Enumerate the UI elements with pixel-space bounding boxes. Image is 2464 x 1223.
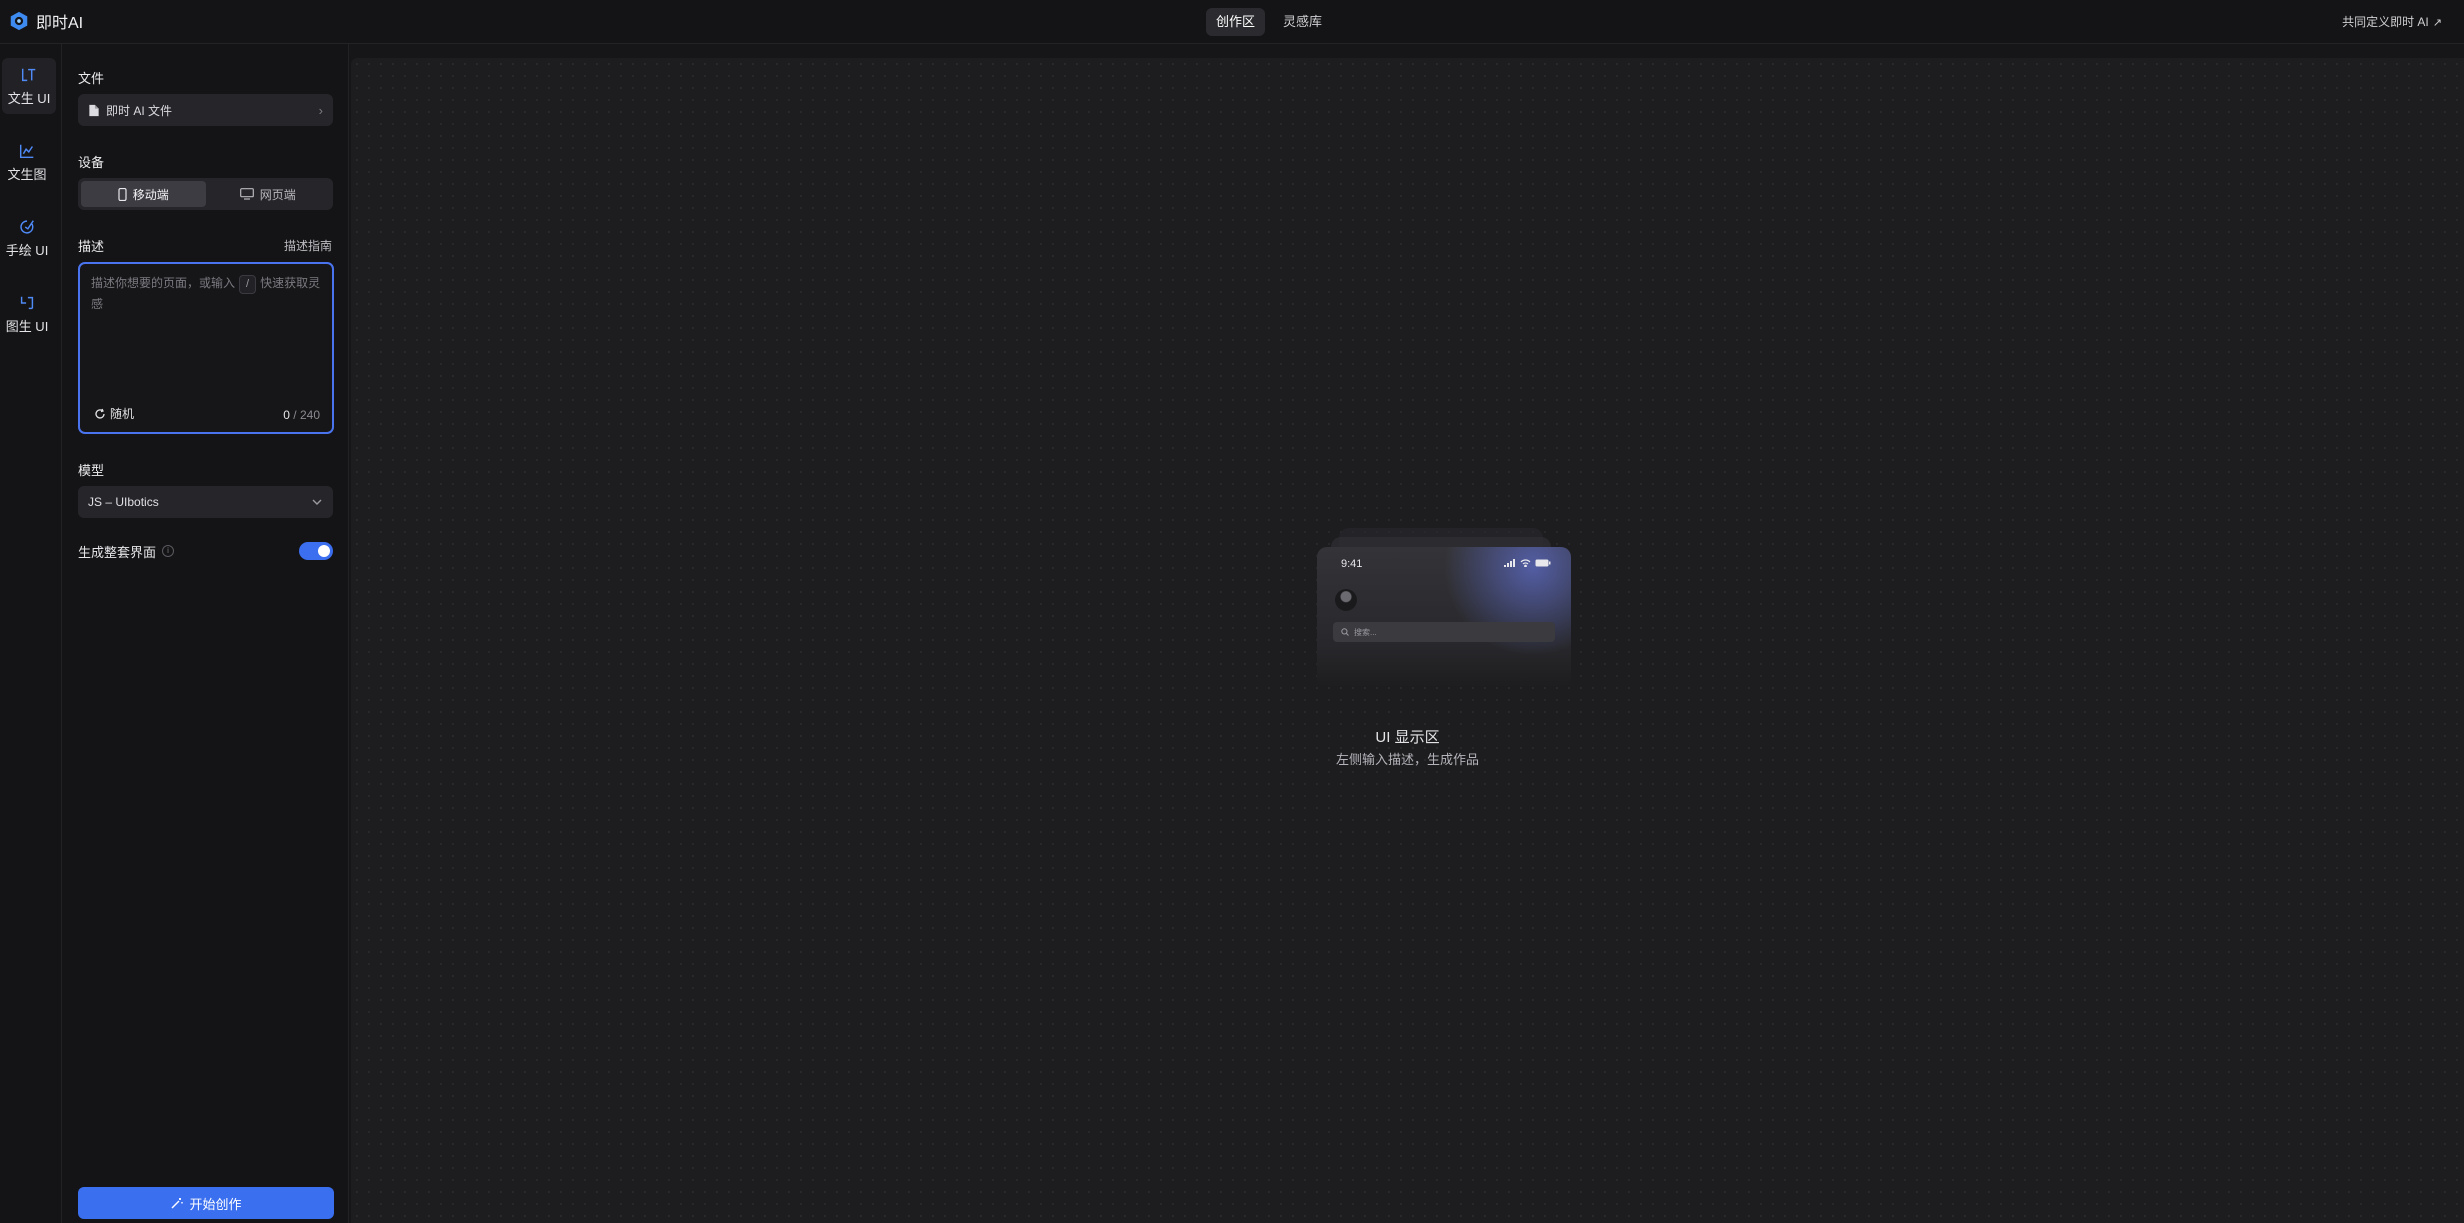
- refresh-icon: [95, 408, 105, 419]
- description-section-title: 描述: [78, 239, 105, 254]
- display-area-title: UI 显示区: [1375, 729, 1440, 746]
- chart-icon: [19, 144, 34, 159]
- rail-item-text-ui[interactable]: 文生 UI: [2, 58, 56, 114]
- start-create-label: 开始创作: [189, 1196, 242, 1212]
- description-input[interactable]: [90, 272, 322, 392]
- mode-rail: 文生 UI 文生图 手绘 UI 图生 UI: [0, 44, 62, 1223]
- chevron-down-icon: [312, 499, 322, 505]
- rail-item-sketch-ui[interactable]: 手绘 UI: [0, 210, 54, 266]
- phone-search-placeholder: 搜索...: [1354, 627, 1377, 637]
- chevron-right-icon: ›: [318, 102, 323, 118]
- co-define-link[interactable]: 共同定义即时 AI ↗: [2342, 13, 2442, 30]
- phone-search-bar: 搜索...: [1333, 622, 1555, 642]
- random-label: 随机: [110, 407, 135, 421]
- device-option-web[interactable]: 网页端: [206, 181, 331, 207]
- tab-inspiration[interactable]: 灵感库: [1273, 8, 1332, 36]
- file-section-title: 文件: [78, 71, 105, 86]
- rail-item-text-image[interactable]: 文生图: [0, 134, 54, 190]
- rail-label: 文生 UI: [7, 91, 51, 106]
- top-tabs: 创作区 灵感库: [1206, 8, 1332, 36]
- phone-status-icons: [1504, 559, 1551, 567]
- signal-icon: [1504, 559, 1515, 567]
- start-create-button[interactable]: 开始创作: [78, 1187, 334, 1219]
- search-icon: [1341, 628, 1349, 636]
- rail-label: 图生 UI: [5, 319, 49, 334]
- device-option-mobile[interactable]: 移动端: [81, 181, 206, 207]
- tab-create[interactable]: 创作区: [1206, 8, 1266, 36]
- co-define-label: 共同定义即时 AI: [2342, 15, 2429, 29]
- avatar: [1335, 589, 1357, 611]
- monitor-icon: [239, 188, 254, 200]
- info-icon[interactable]: i: [162, 545, 175, 557]
- generate-full-toggle[interactable]: [299, 542, 333, 560]
- ui-display-canvas: 9:41 搜索... UI 显示区 左侧输入描述，生成作品: [351, 58, 2464, 1223]
- model-select[interactable]: JS – UIbotics: [78, 486, 333, 518]
- logo-icon: [10, 11, 28, 31]
- text-ui-icon: [21, 68, 36, 82]
- description-guide-link[interactable]: 描述指南: [284, 237, 332, 254]
- file-name: 即时 AI 文件: [106, 103, 173, 118]
- config-panel: 文件 即时 AI 文件 › 设备 移动端 网页端 描述 描述指南 描述你想要的页…: [62, 44, 349, 1223]
- external-arrow-icon: ↗: [2432, 17, 2442, 29]
- char-counter: 0 / 240: [283, 408, 320, 422]
- rail-item-image-ui[interactable]: 图生 UI: [0, 286, 54, 342]
- wifi-icon: [1520, 559, 1531, 567]
- description-box: 描述你想要的页面，或输入 / 快速获取灵感 随机 0 / 240: [78, 262, 334, 434]
- device-toggle: 移动端 网页端: [78, 178, 333, 210]
- sketch-icon: [20, 220, 34, 234]
- display-area-subtitle: 左侧输入描述，生成作品: [1335, 752, 1479, 767]
- char-count-current: 0: [283, 408, 290, 422]
- char-count-max: / 240: [293, 408, 320, 422]
- app-logo[interactable]: 即时AI: [8, 9, 83, 33]
- generate-full-row: 生成整套界面 i: [78, 540, 333, 562]
- toggle-knob: [318, 545, 330, 557]
- image-ui-icon: [20, 296, 34, 310]
- top-bar: 即时AI 创作区 灵感库 共同定义即时 AI ↗: [0, 0, 2464, 44]
- device-option-label: 网页端: [259, 187, 296, 202]
- generate-full-label: 生成整套界面: [78, 544, 157, 560]
- battery-icon: [1535, 559, 1551, 567]
- model-selected-value: JS – UIbotics: [88, 495, 159, 509]
- random-button[interactable]: 随机: [94, 405, 134, 422]
- document-icon: [89, 104, 99, 116]
- magic-wand-icon: [171, 1197, 184, 1208]
- phone-preview: 9:41 搜索...: [1317, 547, 1571, 687]
- mobile-icon: [118, 187, 127, 201]
- rail-label: 文生图: [7, 167, 47, 182]
- model-section-title: 模型: [78, 463, 105, 478]
- app-name: 即时AI: [36, 15, 84, 32]
- rail-label: 手绘 UI: [5, 243, 49, 258]
- file-selector[interactable]: 即时 AI 文件 ›: [78, 94, 333, 126]
- device-option-label: 移动端: [132, 187, 169, 202]
- device-section-title: 设备: [78, 155, 105, 170]
- phone-time: 9:41: [1341, 558, 1363, 570]
